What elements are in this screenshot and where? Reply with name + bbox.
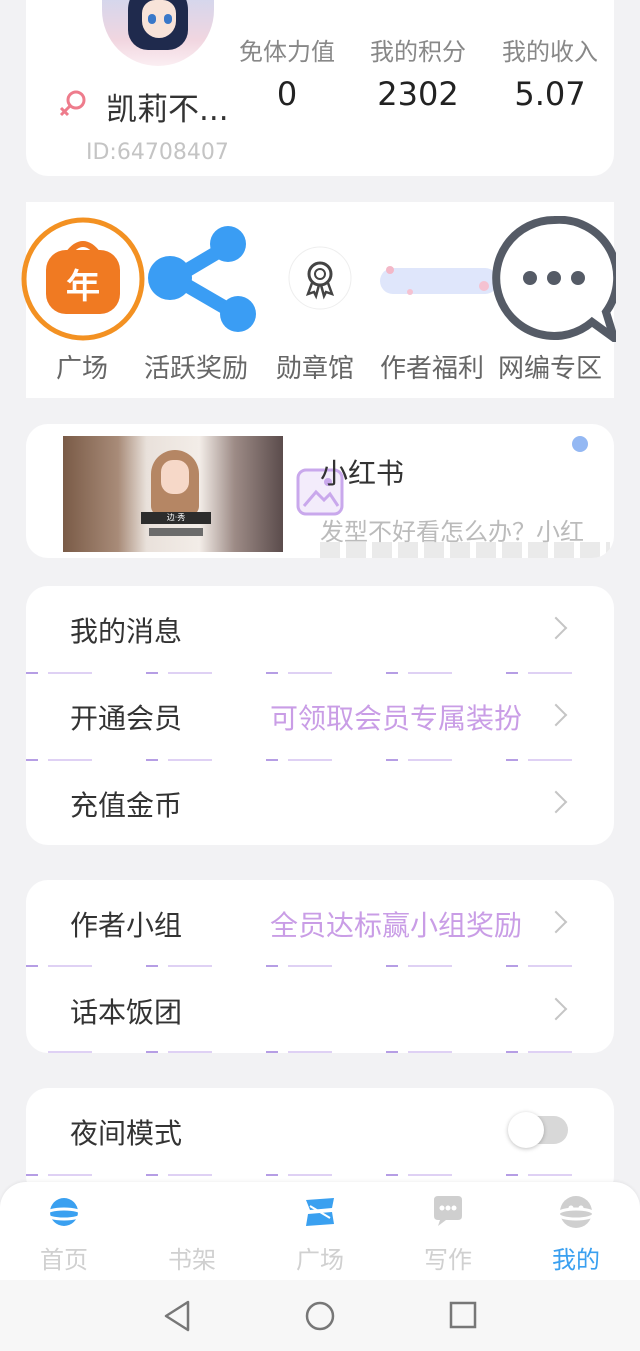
menu-item-label: 开通会员 [70,702,183,735]
nickname: 凯莉不... [106,92,229,128]
tab-label: 写作 [424,1246,472,1274]
shortcut-label: 活跃奖励 [144,354,249,384]
stat-points[interactable]: 我的积分 2302 [352,32,484,113]
profile-icon [558,1196,594,1228]
new-year-bag-icon: 年 [21,217,145,341]
tab-mine[interactable]: 我的 [526,1194,626,1280]
user-id: ID:64708407 [86,140,229,165]
menu-item-label: 我的消息 [70,615,183,648]
shortcut-label: 作者福利 [380,354,485,384]
recents-icon[interactable] [448,1300,478,1330]
stat-value: 2302 [377,75,459,113]
stat-value: 5.07 [514,75,586,113]
tab-label: 我的 [552,1246,600,1274]
menu-group-author: 作者小组 全员达标赢小组奖励 话本饭团 [26,880,614,1053]
menu-item-label: 充值金币 [70,789,183,822]
medal-icon [288,246,352,310]
menu-item-my-messages[interactable]: 我的消息 [26,586,614,672]
chevron-right-icon [544,703,568,727]
tab-label: 书架 [168,1246,216,1274]
ad-title: 小红书 [320,457,405,490]
square-icon [306,1198,334,1226]
chevron-right-icon [544,616,568,640]
tab-label: 首页 [40,1246,88,1274]
menu-group-account: 我的消息 开通会员 可领取会员专属装扮 充值金币 [26,586,614,845]
menu-item-night-mode: 夜间模式 [26,1088,614,1174]
shortcut-editor-zone[interactable]: 网编专区 [492,202,616,398]
menu-item-membership[interactable]: 开通会员 可领取会员专属装扮 [26,673,614,759]
chat-bubble-icon [492,216,616,342]
menu-item-author-group[interactable]: 作者小组 全员达标赢小组奖励 [26,880,614,966]
menu-item-label: 话本饭团 [70,996,183,1029]
home-icon[interactable] [304,1300,336,1332]
chevron-right-icon [544,790,568,814]
shortcut-square[interactable]: 年 广场 [21,202,145,398]
tab-square[interactable]: 广场 [270,1194,370,1280]
stat-income[interactable]: 我的收入 5.07 [484,32,616,113]
planet-icon [46,1198,82,1226]
back-icon[interactable] [162,1300,192,1332]
toggle-knob [508,1112,544,1148]
ad-card[interactable]: 边·秀 小红书 发型不好看怎么办？小红 [26,424,614,558]
menu-item-hint: 可领取会员专属装扮 [269,702,522,735]
menu-item-label: 夜间模式 [70,1117,183,1150]
tab-label: 广场 [296,1246,344,1274]
shortcut-medal-hall[interactable]: 勋章馆 [262,202,380,398]
tab-home[interactable]: 首页 [14,1194,114,1280]
banner-image-icon [380,266,498,295]
shortcut-grid: 年 广场 活跃奖励 勋章馆 作者福利 网编专区 [21,202,616,398]
ad-image-caption: 边·秀 [141,512,211,524]
menu-item-huaben-fans[interactable]: 话本饭团 [26,967,614,1053]
avatar[interactable] [102,0,214,66]
stat-label: 我的收入 [502,38,598,66]
divider [26,1051,614,1053]
shortcut-activity-reward[interactable]: 活跃奖励 [144,202,262,398]
chevron-right-icon [544,997,568,1021]
menu-item-hint: 全员达标赢小组奖励 [269,909,522,942]
stat-stamina[interactable]: 免体力值 0 [221,32,353,113]
system-nav-bar [0,1280,640,1351]
write-icon [434,1196,462,1226]
shortcut-label: 广场 [56,354,109,384]
profile-card: 凯莉不... ID:64708407 免体力值 0 我的积分 2302 我的收入… [26,0,614,176]
night-mode-toggle[interactable] [508,1112,568,1148]
stat-label: 我的积分 [370,38,466,66]
divider [26,1174,614,1176]
stat-label: 免体力值 [239,38,335,66]
ad-description-continued [320,542,610,558]
tab-write[interactable]: 写作 [398,1194,498,1280]
bottom-nav: 首页 书架 广场 写作 我的 [0,1182,640,1280]
shortcut-label: 勋章馆 [276,354,355,384]
tab-bookshelf[interactable]: 书架 [142,1194,242,1280]
ad-info-icon[interactable] [572,436,588,452]
shortcut-label: 网编专区 [498,354,603,384]
menu-item-recharge-coins[interactable]: 充值金币 [26,760,614,845]
ad-image: 边·秀 [63,436,283,552]
female-gender-icon [59,90,86,117]
chevron-right-icon [544,910,568,934]
share-icon [148,226,256,332]
shortcut-author-welfare[interactable]: 作者福利 [380,202,498,398]
stat-value: 0 [276,75,298,113]
svg-text:年: 年 [66,267,100,307]
menu-item-label: 作者小组 [70,909,183,942]
